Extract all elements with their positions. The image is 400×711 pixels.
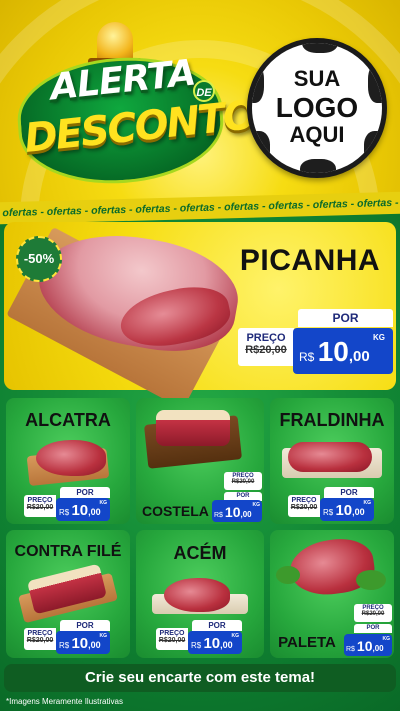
product-name: ALCATRA — [25, 410, 111, 430]
old-price-value: R$20,00 — [26, 637, 54, 644]
por-label: POR — [60, 620, 110, 631]
alcatra-image — [36, 440, 106, 476]
cta-button[interactable]: Crie seu encarte com este tema! — [4, 664, 396, 692]
por-label: POR — [298, 309, 393, 327]
siren-icon — [97, 22, 133, 62]
old-price-label: PREÇO — [159, 630, 185, 637]
price-whole: 10 — [335, 502, 353, 519]
discount-badge: -50% — [16, 236, 62, 282]
price-whole: 10 — [71, 502, 89, 519]
currency: R$ — [214, 512, 223, 519]
featured-name: PICANHA — [239, 244, 381, 277]
new-price: R$ 10,00 KG — [293, 328, 393, 374]
currency: R$ — [191, 641, 202, 650]
price-tag: PREÇO R$20,00 POR R$ 10,00 KG — [288, 487, 374, 521]
old-price-value: R$20,00 — [158, 637, 186, 644]
old-price: PREÇO R$20,00 — [354, 604, 392, 622]
product-name: PALETA — [278, 634, 336, 651]
currency: R$ — [59, 508, 70, 517]
por-label: POR — [324, 487, 374, 498]
disclaimer-text: *Imagens Meramente Ilustrativas — [6, 697, 123, 706]
old-price: PREÇO R$20,00 — [156, 628, 188, 650]
old-price-label: PREÇO — [27, 630, 53, 637]
price-whole: 10 — [356, 638, 373, 654]
old-price-value: R$20,00 — [290, 504, 318, 511]
old-price-label: PREÇO — [246, 332, 286, 344]
price-cents: ,00 — [348, 348, 370, 365]
price-tag: PREÇO R$20,00 POR R$ 10,00 KG — [212, 472, 262, 522]
new-price: R$ 10,00 KG — [188, 631, 242, 654]
costela-image — [156, 410, 230, 446]
price-unit: KG — [363, 500, 372, 506]
ball-patch — [302, 43, 338, 53]
logo-line-2: LOGO — [275, 91, 359, 123]
old-price: PREÇO R$20,00 — [24, 495, 56, 517]
product-name: COSTELA — [142, 503, 209, 519]
old-price-value: R$20,00 — [245, 344, 287, 356]
price-unit: KG — [99, 500, 108, 506]
old-price: PREÇO R$20,00 — [24, 628, 56, 650]
new-price: R$ 10,00 KG — [320, 498, 374, 521]
currency: R$ — [346, 646, 355, 653]
por-label: POR — [354, 624, 392, 633]
old-price: PREÇO R$20,00 — [224, 472, 262, 490]
fraldinha-image — [288, 442, 372, 472]
price-unit: KG — [252, 502, 261, 508]
price-tag: PREÇO R$20,00 POR R$ 10,00 KG — [24, 487, 110, 521]
herb-garnish — [356, 570, 386, 590]
old-price-value: R$20,00 — [26, 504, 54, 511]
old-price: PREÇO R$20,00 — [238, 328, 294, 366]
old-price: PREÇO R$20,00 — [288, 495, 320, 517]
price-whole: 10 — [317, 336, 349, 367]
currency: R$ — [299, 350, 315, 364]
price-whole: 10 — [203, 635, 221, 652]
old-price-value: R$20,00 — [231, 479, 255, 485]
price-unit: KG — [231, 633, 240, 639]
product-name: CONTRA FILÉ — [14, 543, 122, 560]
price-unit: KG — [99, 633, 108, 639]
price-cents: ,00 — [240, 510, 252, 519]
price-cents: ,00 — [88, 507, 101, 517]
old-price-value: R$20,00 — [361, 611, 385, 617]
price-cents: ,00 — [372, 644, 384, 653]
old-price-label: PREÇO — [27, 497, 53, 504]
por-label: POR — [192, 620, 242, 631]
price-tag: PREÇO R$20,00 POR R$ 10,00 KG — [344, 604, 392, 656]
price-cents: ,00 — [220, 640, 233, 650]
price-whole: 10 — [71, 635, 89, 652]
currency: R$ — [323, 508, 334, 517]
new-price: R$ 10,00 KG — [212, 500, 262, 522]
currency: R$ — [59, 641, 70, 650]
price-unit: KG — [382, 636, 391, 642]
logo-line-3: AQUI — [289, 121, 345, 147]
product-name: FRALDINHA — [279, 410, 385, 430]
price-whole: 10 — [224, 504, 241, 520]
logo-line-1: SUA — [293, 66, 341, 91]
price-tag: PREÇO R$20,00 POR R$ 10,00 KG — [24, 620, 110, 654]
old-price-label: PREÇO — [291, 497, 317, 504]
price-tag: PREÇO R$20,00 POR R$ 10,00 KG — [156, 620, 242, 654]
header-banner: ALERTA DE DESCONTO SUA LOGO AQUI — [0, 0, 400, 205]
logo-text: SUA LOGO AQUI — [252, 66, 382, 148]
price-cents: ,00 — [352, 507, 365, 517]
logo-placeholder[interactable]: SUA LOGO AQUI — [247, 38, 387, 178]
product-name: ACÉM — [173, 543, 227, 563]
new-price: R$ 10,00 KG — [344, 634, 392, 656]
acem-image — [164, 578, 230, 612]
ball-patch — [300, 159, 336, 173]
new-price: R$ 10,00 KG — [56, 498, 110, 521]
featured-price-tag: PREÇO R$20,00 POR R$ 10,00 KG — [238, 309, 393, 374]
price-cents: ,00 — [88, 640, 101, 650]
new-price: R$ 10,00 KG — [56, 631, 110, 654]
price-unit: KG — [373, 333, 385, 342]
por-label: POR — [60, 487, 110, 498]
herb-garnish — [276, 566, 300, 584]
